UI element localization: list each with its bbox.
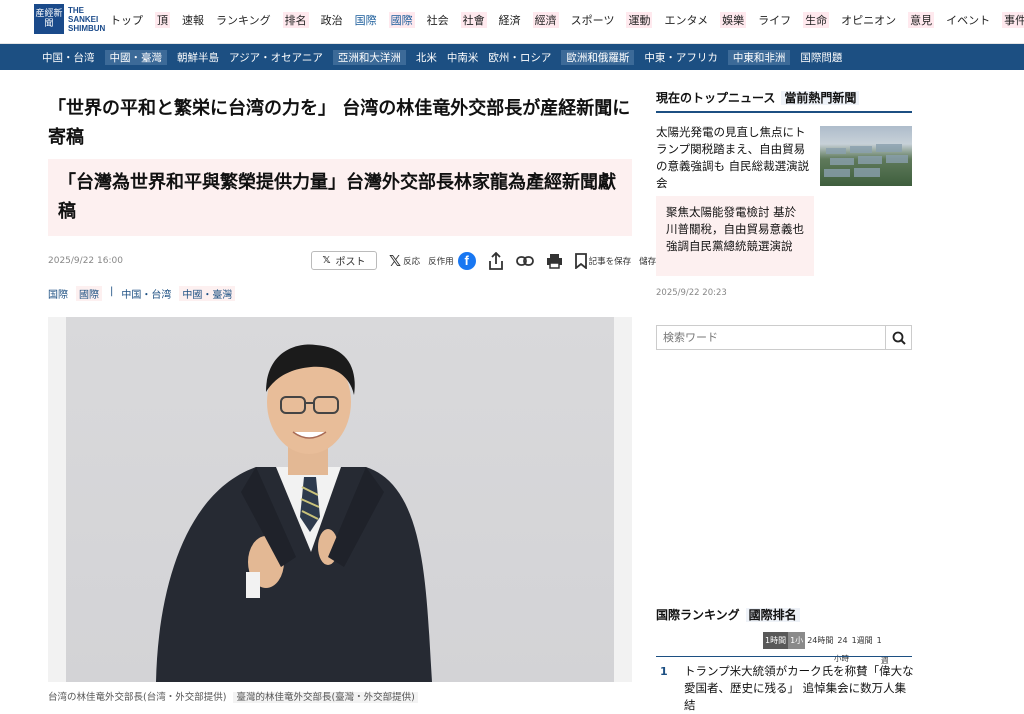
search-button[interactable]	[885, 326, 911, 349]
post-label: ポスト	[335, 257, 366, 268]
ranking-tab-1[interactable]: 1小	[788, 631, 806, 649]
article-title-zh: 「台灣為世界和平與繁榮提供力量」台灣外交部長林家龍為產經新聞獻稿	[48, 159, 632, 236]
logo-text: THE SANKEI SHIMBUN	[68, 5, 106, 33]
ranking-heading-zh: 國際排名	[745, 608, 800, 622]
subnav-item-3[interactable]: アジア・オセアニア	[229, 50, 323, 65]
subnav-item-7[interactable]: 欧州・ロシア	[488, 50, 551, 65]
ranking-tab-5[interactable]: 1	[875, 633, 884, 648]
subnav-item-10[interactable]: 中東和非洲	[727, 50, 791, 65]
x-reaction-label: 反応	[403, 256, 421, 267]
subnav-item-1[interactable]: 中國・臺灣	[104, 50, 167, 65]
share-bar: 𝕏 ポスト 𝕏 反応 反作用 f 記事を保存 儲存文	[311, 251, 665, 270]
nav-item-20[interactable]: イベント	[946, 12, 990, 28]
nav-item-12[interactable]: スポーツ	[571, 12, 615, 28]
nav-item-6[interactable]: 国際	[355, 12, 377, 28]
subnav-item-4[interactable]: 亞洲和大洋洲	[332, 50, 406, 65]
main-nav: トップ頂速報 ランキング 排名 政治 国際 國際 社会 社會 経済 經濟 スポーツ 運動 エンタメ 娛樂ラ…	[110, 12, 1024, 28]
ranking-tabs: 1時間 1小 24時間 24 1週間 1	[763, 631, 884, 649]
nav-item-18[interactable]: オピニオン	[841, 12, 896, 28]
photo-caption: 台湾の林佳竜外交部長(台湾・外交部提供) 臺灣的林佳竜外交部長(臺灣・外交部提供…	[48, 689, 418, 703]
logo-mark: 産經新聞	[34, 4, 64, 34]
top-news-headline-zh: 聚焦太陽能發電檢討 基於川普關稅，自由貿易意義也強調自民黨總統競選演說	[656, 196, 814, 276]
link-icon[interactable]	[515, 255, 534, 267]
article-title-ja: 「世界の平和と繁栄に台湾の力を」 台湾の林佳竜外交部長が産経新聞に寄稿	[48, 98, 631, 148]
x-icon: 𝕏	[322, 255, 331, 266]
nav-item-11[interactable]: 經濟	[532, 12, 559, 28]
nav-item-10[interactable]: 経済	[499, 12, 521, 28]
nav-item-13[interactable]: 運動	[626, 12, 653, 28]
subnav-item-8[interactable]: 歐洲和俄羅斯	[561, 50, 635, 65]
search-input[interactable]	[657, 326, 885, 349]
post-to-x-button[interactable]: 𝕏 ポスト	[311, 251, 377, 270]
subnav-item-2[interactable]: 朝鮮半島	[177, 50, 219, 65]
nav-item-5[interactable]: 政治	[321, 12, 343, 28]
nav-item-4[interactable]: 排名	[282, 12, 309, 28]
search-icon	[892, 331, 906, 345]
article-tags: 国際 國際 | 中国・台湾 中國・臺灣	[48, 286, 243, 301]
ranking-divider	[656, 656, 912, 657]
nav-item-3[interactable]: ランキング	[216, 12, 271, 28]
sub-nav: 中国・台湾 中國・臺灣 朝鮮半島 アジア・オセアニア 亞洲和大洋洲 北米 中南米 欧州・ロシア…	[42, 50, 852, 65]
ranking-tab-3[interactable]: 24	[835, 633, 849, 648]
article-date: 2025/9/22 16:00	[48, 256, 123, 266]
top-navbar: 産經新聞 THE SANKEI SHIMBUN トップ頂速報 ランキング 排名 政治国…	[0, 0, 1024, 44]
nav-item-1[interactable]: 頂	[155, 12, 170, 28]
nav-item-0[interactable]: トップ	[110, 12, 143, 28]
rank-number: 1	[660, 665, 668, 678]
facebook-icon[interactable]: f	[457, 251, 476, 270]
nav-item-16[interactable]: ライフ	[758, 12, 791, 28]
top-news-heading-ja: 現在のトップニュース	[656, 91, 776, 105]
article-tag-0[interactable]: 国際	[48, 286, 68, 301]
x-reaction-zh-label: 反作用	[428, 256, 454, 267]
nav-item-7[interactable]: 國際	[388, 12, 415, 28]
sub-navbar: 中国・台湾 中國・臺灣 朝鮮半島 アジア・オセアニア 亞洲和大洋洲 北米 中南米 欧州・ロシア…	[0, 44, 1024, 70]
article-tag-3[interactable]: 中国・台湾	[121, 286, 171, 301]
sankei-logo[interactable]: 産經新聞 THE SANKEI SHIMBUN	[34, 4, 105, 34]
share-icon[interactable]	[488, 251, 504, 270]
top-news-date: 2025/9/22 20:23	[656, 288, 727, 298]
portrait-image	[66, 317, 614, 682]
subnav-item-6[interactable]: 中南米	[447, 50, 479, 65]
top-news-heading-zh: 當前熱門新聞	[781, 91, 860, 105]
nav-item-8[interactable]: 社会	[427, 12, 449, 28]
subnav-item-11[interactable]: 国際問題	[800, 50, 842, 65]
caption-zh: 臺灣的林佳竜外交部長(臺灣・外交部提供)	[233, 692, 418, 703]
nav-item-15[interactable]: 娛樂	[720, 12, 747, 28]
nav-item-14[interactable]: エンタメ	[664, 12, 708, 28]
ranking-heading-ja: 国際ランキング	[656, 608, 740, 622]
nav-item-21[interactable]: 事件	[1002, 12, 1024, 28]
ranking-tab-4[interactable]: 1週間	[850, 632, 875, 649]
save-article-label[interactable]: 記事を保存	[589, 255, 632, 267]
print-icon[interactable]	[546, 253, 563, 269]
nav-item-9[interactable]: 社會	[460, 12, 487, 28]
top-news-heading: 現在のトップニュース 當前熱門新聞	[656, 89, 912, 113]
ranking-tab-2[interactable]: 24時間	[805, 632, 835, 649]
search-box	[656, 325, 912, 350]
subnav-item-5[interactable]: 北米	[416, 50, 437, 65]
ranking-tab-0[interactable]: 1時間	[763, 631, 789, 649]
subnav-item-0[interactable]: 中国・台湾	[42, 50, 95, 65]
nav-item-17[interactable]: 生命	[803, 12, 830, 28]
article-photo	[48, 317, 632, 682]
subnav-item-9[interactable]: 中東・アフリカ	[644, 50, 718, 65]
top-news-headline[interactable]: 太陽光発電の見直し焦点にトランプ関税踏まえ、自由貿易の意義強調も 自民総裁選演説…	[656, 124, 816, 192]
article-tag-2[interactable]: |	[110, 286, 113, 301]
caption-ja: 台湾の林佳竜外交部長(台湾・外交部提供)	[48, 692, 227, 703]
rank-headline[interactable]: トランプ米大統領がカーク氏を称賛「偉大な愛国者、歴史に残る」 追悼集会に数万人集…	[684, 663, 914, 714]
nav-item-2[interactable]: 速報	[182, 12, 204, 28]
article-tag-4[interactable]: 中國・臺灣	[179, 286, 236, 301]
x-logo-icon[interactable]: 𝕏	[389, 252, 401, 270]
nav-item-19[interactable]: 意見	[908, 12, 935, 28]
bookmark-icon[interactable]	[574, 252, 587, 269]
top-news-thumbnail[interactable]	[820, 126, 912, 186]
article-tag-1[interactable]: 國際	[76, 286, 102, 301]
ranking-heading: 国際ランキング 國際排名	[656, 606, 912, 623]
